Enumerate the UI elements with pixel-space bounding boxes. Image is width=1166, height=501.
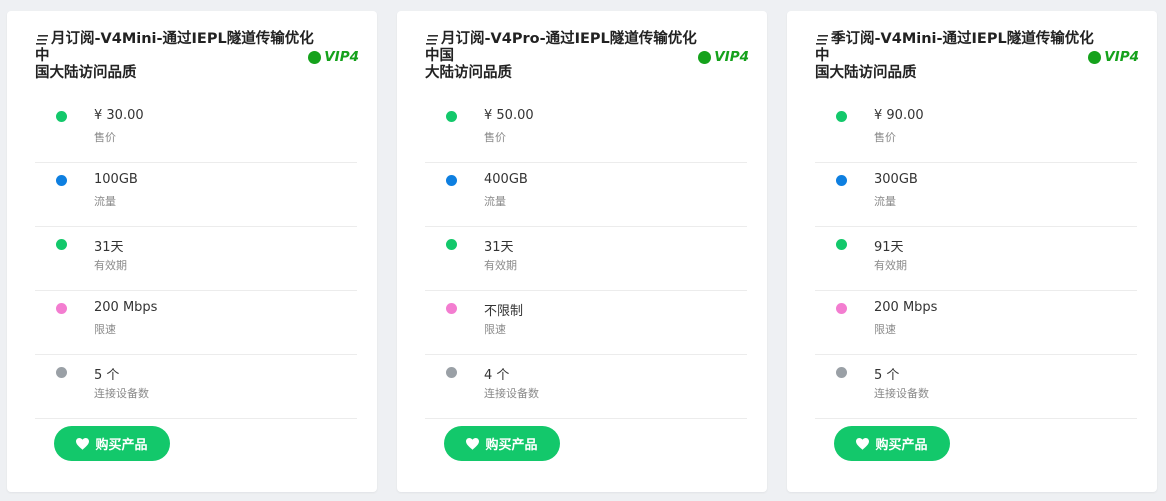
feature-value: ¥ 30.00: [94, 108, 144, 123]
vip-dot-icon: [698, 50, 712, 64]
heart-icon: [466, 437, 480, 450]
feature-value: 不限制: [484, 304, 524, 319]
feature-item: ¥ 50.00 售价: [425, 99, 747, 163]
feature-value: 91天: [874, 240, 904, 255]
buy-product-button[interactable]: 购买产品: [834, 426, 950, 461]
feature-label: 限速: [484, 323, 506, 336]
feature-value: 4 个: [484, 368, 510, 383]
feature-item: 300GB 流量: [815, 163, 1137, 227]
status-dot-icon: [836, 175, 847, 186]
status-dot-icon: [56, 367, 67, 378]
buy-product-button[interactable]: 购买产品: [444, 426, 560, 461]
list-icon: [426, 35, 438, 45]
card-header: 季订阅-V4Mini-通过IEPL隧道传输优化中 国大陆访问品质 VIP4: [787, 11, 1157, 89]
buy-product-label: 购买产品: [485, 437, 538, 452]
card-header: 月订阅-V4Pro-通过IEPL隧道传输优化中国 大陆访问品质 VIP4: [397, 11, 767, 89]
feature-label: 售价: [484, 131, 506, 144]
product-title-line2: 国大陆访问品质: [815, 65, 917, 81]
vip-badge: VIP4: [308, 49, 359, 65]
vip-dot-icon: [1088, 50, 1102, 64]
feature-item: 400GB 流量: [425, 163, 747, 227]
feature-label: 流量: [94, 195, 116, 208]
feature-label: 流量: [874, 195, 896, 208]
feature-item: ¥ 30.00 售价: [35, 99, 357, 163]
feature-value: 300GB: [874, 172, 918, 187]
feature-value: 100GB: [94, 172, 138, 187]
buy-product-label: 购买产品: [95, 437, 148, 452]
status-dot-icon: [446, 303, 457, 314]
vip-badge: VIP4: [698, 49, 749, 65]
product-title-line1: 季订阅-V4Mini-通过IEPL隧道传输优化中: [815, 31, 1094, 64]
status-dot-icon: [446, 367, 457, 378]
heart-icon: [856, 437, 870, 450]
product-title-line2: 大陆访问品质: [425, 65, 512, 81]
vip-dot-icon: [308, 50, 322, 64]
feature-item: 31天 有效期: [425, 227, 747, 291]
vip-badge: VIP4: [1088, 49, 1139, 65]
status-dot-icon: [446, 175, 457, 186]
feature-list: ¥ 30.00 售价 100GB 流量 31天 有效期 200 Mbps 限速 …: [35, 99, 357, 419]
feature-value: 5 个: [874, 368, 900, 383]
feature-value: ¥ 50.00: [484, 108, 534, 123]
feature-label: 有效期: [484, 259, 517, 272]
feature-value: 400GB: [484, 172, 528, 187]
status-dot-icon: [446, 111, 457, 122]
product-card-2: 月订阅-V4Pro-通过IEPL隧道传输优化中国 大陆访问品质 VIP4 ¥ 5…: [397, 11, 767, 492]
feature-list: ¥ 50.00 售价 400GB 流量 31天 有效期 不限制 限速 4 个 连…: [425, 99, 747, 419]
feature-value: ¥ 90.00: [874, 108, 924, 123]
status-dot-icon: [56, 111, 67, 122]
status-dot-icon: [836, 367, 847, 378]
vip-level: VIP4: [324, 49, 359, 65]
feature-label: 限速: [94, 323, 116, 336]
feature-item: 4 个 连接设备数: [425, 355, 747, 419]
card-header: 月订阅-V4Mini-通过IEPL隧道传输优化中 国大陆访问品质 VIP4: [7, 11, 377, 89]
status-dot-icon: [56, 303, 67, 314]
feature-item: 200 Mbps 限速: [815, 291, 1137, 355]
feature-value: 5 个: [94, 368, 120, 383]
product-card-1: 月订阅-V4Mini-通过IEPL隧道传输优化中 国大陆访问品质 VIP4 ¥ …: [7, 11, 377, 492]
feature-item: 5 个 连接设备数: [815, 355, 1137, 419]
vip-level: VIP4: [714, 49, 749, 65]
status-dot-icon: [56, 239, 67, 250]
status-dot-icon: [836, 111, 847, 122]
feature-label: 售价: [874, 131, 896, 144]
feature-label: 连接设备数: [94, 387, 149, 400]
product-card-3: 季订阅-V4Mini-通过IEPL隧道传输优化中 国大陆访问品质 VIP4 ¥ …: [787, 11, 1157, 492]
buy-product-button[interactable]: 购买产品: [54, 426, 170, 461]
feature-value: 200 Mbps: [874, 300, 938, 315]
heart-icon: [76, 437, 90, 450]
vip-level: VIP4: [1104, 49, 1139, 65]
feature-label: 连接设备数: [874, 387, 929, 400]
feature-value: 200 Mbps: [94, 300, 158, 315]
feature-item: 100GB 流量: [35, 163, 357, 227]
feature-label: 售价: [94, 131, 116, 144]
feature-item: 5 个 连接设备数: [35, 355, 357, 419]
feature-item: 31天 有效期: [35, 227, 357, 291]
product-title-line1: 月订阅-V4Pro-通过IEPL隧道传输优化中国: [425, 31, 697, 64]
feature-list: ¥ 90.00 售价 300GB 流量 91天 有效期 200 Mbps 限速 …: [815, 99, 1137, 419]
product-title-line2: 国大陆访问品质: [35, 65, 137, 81]
list-icon: [816, 35, 828, 45]
feature-label: 限速: [874, 323, 896, 336]
feature-item: ¥ 90.00 售价: [815, 99, 1137, 163]
feature-item: 200 Mbps 限速: [35, 291, 357, 355]
status-dot-icon: [56, 175, 67, 186]
product-title-line1: 月订阅-V4Mini-通过IEPL隧道传输优化中: [35, 31, 314, 64]
feature-item: 不限制 限速: [425, 291, 747, 355]
buy-product-label: 购买产品: [875, 437, 928, 452]
list-icon: [36, 35, 48, 45]
feature-item: 91天 有效期: [815, 227, 1137, 291]
feature-label: 有效期: [94, 259, 127, 272]
feature-label: 连接设备数: [484, 387, 539, 400]
status-dot-icon: [836, 239, 847, 250]
status-dot-icon: [446, 239, 457, 250]
status-dot-icon: [836, 303, 847, 314]
feature-value: 31天: [484, 240, 514, 255]
feature-value: 31天: [94, 240, 124, 255]
feature-label: 有效期: [874, 259, 907, 272]
feature-label: 流量: [484, 195, 506, 208]
